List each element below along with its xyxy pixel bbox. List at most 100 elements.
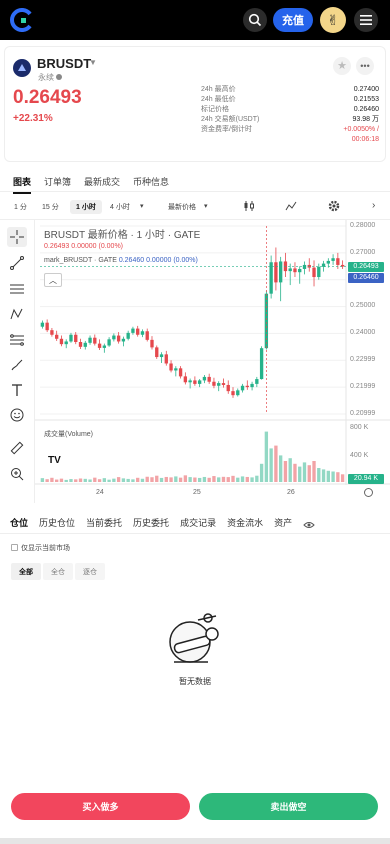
margin-filter: 全部 全仓 逐仓 <box>11 563 105 580</box>
volume-bar <box>45 479 49 482</box>
candlestick-series <box>40 247 345 398</box>
tab-assets[interactable]: 资产 <box>274 516 292 529</box>
volume-bar <box>336 472 340 482</box>
interval-1m[interactable]: 1 分 <box>14 202 27 212</box>
tab-positions[interactable]: 仓位 <box>10 516 28 529</box>
volume-bar <box>164 476 168 482</box>
volume-bar <box>193 477 197 482</box>
interval-4h[interactable]: 4 小时 <box>110 202 130 212</box>
price-axis-label: 0.20999 <box>350 410 376 417</box>
stat-row-low: 24h 最低价 0.21553 <box>201 96 379 103</box>
tab-order-history[interactable]: 历史委托 <box>133 516 169 529</box>
volume-bar <box>83 478 87 482</box>
candle-body <box>121 338 126 342</box>
empty-state-text: 暂无数据 <box>179 677 211 686</box>
price-axis-label: 0.24000 <box>350 329 376 336</box>
chart-legend-title: BRUSDT 最新价格 · 1 小时 · GATE <box>44 230 201 241</box>
candle-body <box>202 376 207 381</box>
volume-bar <box>274 445 278 482</box>
deposit-button[interactable]: 充值 <box>273 8 313 32</box>
volume-bar <box>302 462 307 482</box>
volume-bar <box>126 478 130 482</box>
candle-body <box>40 322 45 327</box>
divider <box>0 191 390 192</box>
volume-label: 成交量(Volume) <box>44 431 94 438</box>
volume-bar <box>278 455 283 482</box>
candle-body <box>236 390 240 396</box>
buy-long-button[interactable]: 买入做多 <box>11 793 190 820</box>
candle-body <box>217 383 221 386</box>
volume-bar <box>140 478 145 482</box>
volume-bar <box>307 465 311 482</box>
empty-state-illustration <box>168 612 220 675</box>
time-axis-label: 25 <box>193 489 201 496</box>
price-axis-label: 0.22999 <box>350 356 376 363</box>
interval-1h[interactable]: 1 小时 <box>70 200 102 214</box>
stat-row-funding: 资金费率/倒计时 +0.0050% / <box>201 126 379 133</box>
candle-body <box>336 258 340 265</box>
candle-body <box>274 262 278 283</box>
candle-body <box>50 330 54 335</box>
market-stats: 24h 最高价 0.27400 24h 最低价 0.21553 标记价格 0.2646… <box>201 85 379 145</box>
tab-fund-flow[interactable]: 资金流水 <box>227 516 263 529</box>
chevron-down-icon[interactable]: ▾ <box>204 202 208 210</box>
volume-bar <box>340 474 345 482</box>
candle-body <box>326 260 330 264</box>
tab-open-orders[interactable]: 当前委托 <box>86 516 122 529</box>
chevron-down-icon[interactable]: ▾ <box>140 202 144 210</box>
candle-body <box>64 341 68 345</box>
filter-all[interactable]: 全部 <box>11 563 41 580</box>
price-type-select[interactable]: 最新价格 <box>168 202 196 212</box>
volume-bar <box>245 476 249 482</box>
volume-bar <box>298 466 302 482</box>
avatar[interactable]: ✌ <box>320 7 346 33</box>
candle-body <box>74 334 78 343</box>
chevron-down-icon[interactable]: ▼ <box>89 58 97 67</box>
chart-legend-mark: mark_BRUSDT · GATE 0.26460 0.00000 (0.00… <box>44 257 198 264</box>
menu-icon[interactable] <box>354 8 378 32</box>
volume-bar <box>321 469 326 482</box>
candle-body <box>250 383 254 388</box>
indicators-icon[interactable] <box>285 200 297 214</box>
interval-15m[interactable]: 15 分 <box>42 202 59 212</box>
star-icon[interactable]: ★ <box>333 57 351 75</box>
volume-bar <box>202 476 207 482</box>
sell-short-button[interactable]: 卖出做空 <box>199 793 378 820</box>
volume-bar <box>326 470 330 482</box>
chevron-right-icon[interactable]: › <box>372 200 375 211</box>
candle-body <box>231 391 235 396</box>
more-icon[interactable]: ••• <box>356 57 374 75</box>
volume-bar <box>121 478 126 482</box>
candle-body <box>207 376 211 382</box>
app-logo[interactable] <box>10 8 34 32</box>
tab-position-history[interactable]: 历史仓位 <box>39 516 75 529</box>
volume-bar <box>250 477 254 482</box>
gear-icon[interactable] <box>328 200 340 214</box>
volume-bar <box>212 476 216 482</box>
volume-bar <box>150 477 154 482</box>
collapse-legend-button[interactable]: ︿ <box>44 273 62 287</box>
candle-type-icon[interactable] <box>243 200 255 214</box>
stat-row-mark: 标记价格 0.26460 <box>201 106 379 113</box>
volume-bar <box>107 479 111 482</box>
contract-type: 永续 <box>38 72 63 83</box>
candle-body <box>293 268 297 273</box>
tradingview-logo: TV <box>48 455 61 466</box>
volume-axis-label: 400 K <box>350 452 369 459</box>
candle-body <box>116 335 121 342</box>
current-market-checkbox[interactable] <box>11 544 18 551</box>
volume-bar <box>226 477 230 482</box>
filter-isolated[interactable]: 逐仓 <box>75 563 105 580</box>
reset-chart-icon[interactable] <box>364 488 373 497</box>
candle-body <box>269 262 273 294</box>
volume-bar <box>102 478 107 482</box>
volume-bar <box>93 477 97 482</box>
filter-cross[interactable]: 全仓 <box>43 563 73 580</box>
tab-trade-history[interactable]: 成交记录 <box>180 516 216 529</box>
search-icon[interactable] <box>243 8 267 32</box>
volume-bar <box>88 479 92 482</box>
market-symbol[interactable]: BRUSDT <box>37 56 91 71</box>
volume-bar <box>236 477 240 482</box>
candle-body <box>140 331 145 335</box>
volume-axis-label: 800 K <box>350 424 369 431</box>
